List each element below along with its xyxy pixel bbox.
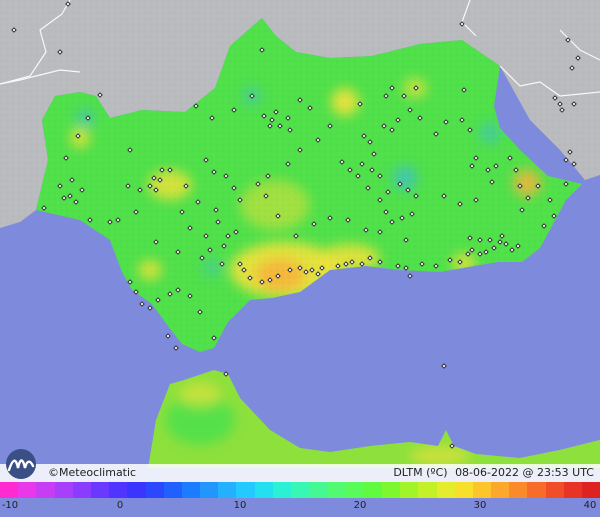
color-scale-tick-label: 30 bbox=[473, 500, 487, 511]
color-scale-ticks: -10 0 10 20 30 40 bbox=[0, 498, 600, 517]
brand-credit: ©Meteoclimatic bbox=[48, 466, 137, 479]
color-scale-segment bbox=[127, 482, 146, 498]
color-scale-tick-label: -10 bbox=[1, 500, 19, 511]
color-scale-segment bbox=[72, 482, 91, 498]
color-scale-segment bbox=[54, 482, 73, 498]
map-info: DLTM (ºC) 08-06-2022 @ 23:53 UTC bbox=[389, 466, 594, 480]
color-scale-segment bbox=[109, 482, 128, 498]
color-scale-segment bbox=[418, 482, 437, 498]
datetime-label: 08-06-2022 @ 23:53 UTC bbox=[455, 466, 594, 479]
color-scale-segment bbox=[218, 482, 237, 498]
color-scale-segment bbox=[272, 482, 291, 498]
color-scale-segment bbox=[309, 482, 328, 498]
color-scale-segment bbox=[36, 482, 55, 498]
color-scale-segment bbox=[363, 482, 382, 498]
color-scale-segment bbox=[18, 482, 37, 498]
color-scale-segment bbox=[454, 482, 473, 498]
color-scale-tick-label: 10 bbox=[233, 500, 247, 511]
color-scale-segment bbox=[163, 482, 182, 498]
meteoclimatic-logo bbox=[3, 448, 43, 480]
color-scale-tick-label: 0 bbox=[116, 500, 124, 511]
color-scale-segment bbox=[181, 482, 201, 498]
color-scale-segment bbox=[90, 482, 110, 498]
color-scale-segment bbox=[0, 482, 19, 498]
color-scale-segment bbox=[436, 482, 455, 498]
color-scale-segment bbox=[527, 482, 546, 498]
color-scale-tick-label: 40 bbox=[583, 500, 597, 511]
color-scale-segment bbox=[491, 482, 510, 498]
map-frame: ©Meteoclimatic DLTM (ºC) 08-06-2022 @ 23… bbox=[0, 0, 600, 517]
color-scale-segment bbox=[145, 482, 164, 498]
color-scale-segment bbox=[254, 482, 273, 498]
color-scale-segment bbox=[236, 482, 255, 498]
color-scale-segment bbox=[345, 482, 364, 498]
color-scale-segment bbox=[327, 482, 346, 498]
color-scale-segment bbox=[381, 482, 401, 498]
color-scale-segment bbox=[545, 482, 564, 498]
temperature-color-scale bbox=[0, 482, 600, 498]
color-scale-segment bbox=[582, 482, 600, 498]
color-scale-segment bbox=[200, 482, 219, 498]
color-scale-segment bbox=[509, 482, 528, 498]
color-scale-segment bbox=[563, 482, 582, 498]
color-scale-segment bbox=[400, 482, 419, 498]
color-scale-tick-label: 20 bbox=[353, 500, 367, 511]
temperature-map bbox=[0, 0, 600, 517]
variable-label: DLTM (ºC) bbox=[393, 466, 448, 479]
color-scale-segment bbox=[291, 482, 310, 498]
color-scale-segment bbox=[472, 482, 492, 498]
